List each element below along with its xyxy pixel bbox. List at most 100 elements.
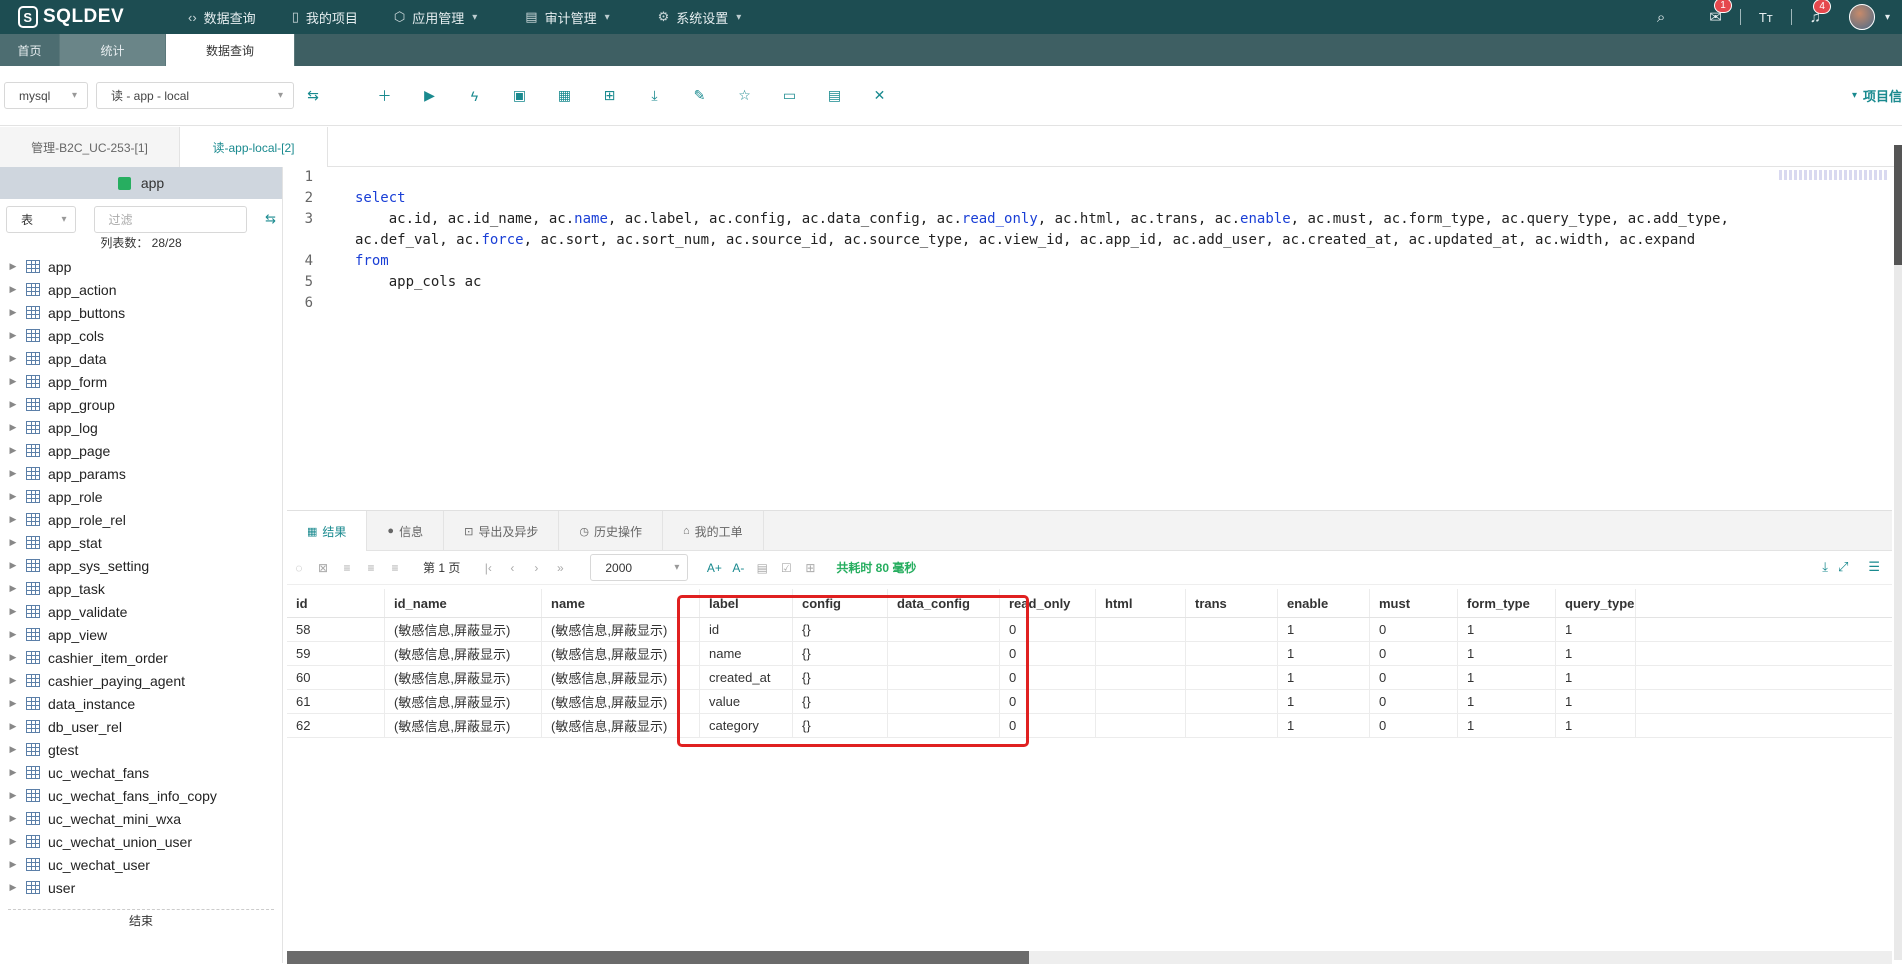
scrollbar-thumb[interactable] [287,951,1029,964]
explain-icon[interactable]: ⊞ [587,87,632,104]
sql-editor[interactable]: 1 2 3 4 5 6 select ac.id, ac.id_name, ac… [287,167,1897,510]
add-row-icon[interactable]: ≡ [335,561,359,575]
table-cell[interactable] [1186,642,1278,665]
sidebar-table-item[interactable]: ▶ app [0,255,282,278]
app-logo[interactable]: S SQLDEV [18,6,188,28]
table-cell[interactable]: 1 [1458,714,1556,737]
table-cell[interactable]: (敏感信息,屏蔽显示) [385,714,542,737]
expand-arrow-icon[interactable]: ▶ [6,514,20,525]
query-tab-2[interactable]: 读-app-local-[2] [180,127,328,167]
table-filter-input[interactable]: 过滤 [93,205,248,233]
expand-icon[interactable]: ⤢ [1838,559,1848,575]
sidebar-table-item[interactable]: ▶ cashier_paying_agent [0,669,282,692]
calendar-icon[interactable]: ▦ [542,87,587,104]
tab-stats[interactable]: 统计 [60,34,166,66]
column-header[interactable]: id [287,589,385,617]
table-cell[interactable]: 1 [1458,690,1556,713]
expand-arrow-icon[interactable]: ▶ [6,330,20,341]
expand-arrow-icon[interactable]: ▶ [6,767,20,778]
column-header[interactable]: enable [1278,589,1370,617]
sidebar-table-item[interactable]: ▶ app_task [0,577,282,600]
nav-item-app-management[interactable]: ⬡ 应用管理 ▾ [394,8,477,27]
avatar[interactable] [1848,4,1875,30]
column-header[interactable]: form_type [1458,589,1556,617]
table-cell[interactable]: 1 [1278,714,1370,737]
database-header[interactable]: app [0,167,282,199]
sidebar-table-item[interactable]: ▶ uc_wechat_fans [0,761,282,784]
sidebar-table-item[interactable]: ▶ user [0,876,282,899]
table-cell[interactable]: 1 [1458,618,1556,641]
download-icon[interactable]: ⤓ [632,87,677,104]
table-cell[interactable]: (敏感信息,屏蔽显示) [385,618,542,641]
table-cell[interactable]: 1 [1278,666,1370,689]
editor-minimap[interactable] [1779,170,1887,180]
check-icon[interactable]: ◌ [287,561,311,575]
connection-select[interactable]: 读 - app - local ▾ [96,82,294,109]
sidebar-table-item[interactable]: ▶ app_buttons [0,301,282,324]
sidebar-table-item[interactable]: ▶ app_log [0,416,282,439]
expand-arrow-icon[interactable]: ▶ [6,307,20,318]
font-increase-icon[interactable]: A+ [702,561,726,575]
table-cell[interactable]: 58 [287,618,385,641]
nav-item-data-query[interactable]: ‹› 数据查询 [188,8,256,27]
column-header[interactable]: must [1370,589,1458,617]
expand-arrow-icon[interactable]: ▶ [6,284,20,295]
query-tab-1[interactable]: 管理-B2C_UC-253-[1] [0,127,180,167]
table-cell[interactable] [1096,642,1186,665]
table-cell[interactable]: 1 [1278,618,1370,641]
expand-arrow-icon[interactable]: ▶ [6,583,20,594]
remove-row-icon[interactable]: ≡ [359,561,383,575]
sidebar-table-item[interactable]: ▶ uc_wechat_mini_wxa [0,807,282,830]
lightning-icon[interactable]: ϟ [452,88,497,104]
sidebar-table-item[interactable]: ▶ uc_wechat_user [0,853,282,876]
table-cell[interactable]: 60 [287,666,385,689]
table-row[interactable]: 60 (敏感信息,屏蔽显示) (敏感信息,屏蔽显示) created_at{} 0 1 0 1… [287,666,1892,690]
vertical-scrollbar[interactable] [1894,145,1902,960]
expand-arrow-icon[interactable]: ▶ [6,261,20,272]
table-cell[interactable]: 1 [1556,690,1636,713]
expand-arrow-icon[interactable]: ▶ [6,629,20,640]
table-cell[interactable]: 1 [1556,666,1636,689]
db-type-select[interactable]: mysql ▾ [4,82,88,109]
checkbox-icon[interactable]: ☑ [774,561,798,575]
page-size-select[interactable]: 2000 ▾ [590,554,689,581]
font-decrease-icon[interactable]: A- [726,561,750,575]
next-page-icon[interactable]: › [524,561,548,575]
align-icon[interactable]: ≡ [383,561,407,575]
table-row[interactable]: 58 (敏感信息,屏蔽显示) (敏感信息,屏蔽显示) id{} 0 1 0 1 1 [287,618,1892,642]
sidebar-table-item[interactable]: ▶ app_sys_setting [0,554,282,577]
sidebar-table-item[interactable]: ▶ cashier_item_order [0,646,282,669]
download-icon[interactable]: ⤓ [1822,559,1828,575]
sidebar-table-item[interactable]: ▶ app_group [0,393,282,416]
table-row[interactable]: 59 (敏感信息,屏蔽显示) (敏感信息,屏蔽显示) name{} 0 1 0 1 1 [287,642,1892,666]
last-page-icon[interactable]: » [548,561,572,575]
expand-arrow-icon[interactable]: ▶ [6,606,20,617]
list-icon[interactable]: ☰ [1868,559,1880,575]
add-icon[interactable]: ＋ [362,86,407,106]
table-cell[interactable]: 0 [1370,642,1458,665]
expand-arrow-icon[interactable]: ▶ [6,744,20,755]
nav-item-audit-management[interactable]: ▤ 审计管理 ▾ [525,8,609,27]
sidebar-table-item[interactable]: ▶ app_validate [0,600,282,623]
table-cell[interactable] [1096,690,1186,713]
sidebar-table-item[interactable]: ▶ app_cols [0,324,282,347]
table-cell[interactable]: 1 [1556,618,1636,641]
table-cell[interactable] [1096,666,1186,689]
nav-item-system-settings[interactable]: ⚙ 系统设置 ▾ [658,8,742,27]
expand-arrow-icon[interactable]: ▶ [6,652,20,663]
tab-data-query[interactable]: 数据查询 [166,34,295,66]
format-icon[interactable]: ▤ [750,561,774,575]
table-cell[interactable]: (敏感信息,屏蔽显示) [385,690,542,713]
column-header[interactable]: html [1096,589,1186,617]
expand-arrow-icon[interactable]: ▶ [6,675,20,686]
expand-arrow-icon[interactable]: ▶ [6,399,20,410]
folder-icon[interactable]: ▭ [767,87,812,104]
object-type-select[interactable]: 表 ▾ [6,205,76,233]
expand-arrow-icon[interactable]: ▶ [6,859,20,870]
table-cell[interactable]: 1 [1556,714,1636,737]
table-icon[interactable]: ⊞ [798,561,822,575]
table-cell[interactable]: (敏感信息,屏蔽显示) [385,666,542,689]
table-cell[interactable] [1096,714,1186,737]
save-icon[interactable]: ▣ [497,87,542,104]
bell-icon[interactable]: ♫ 4 [1810,0,1831,26]
